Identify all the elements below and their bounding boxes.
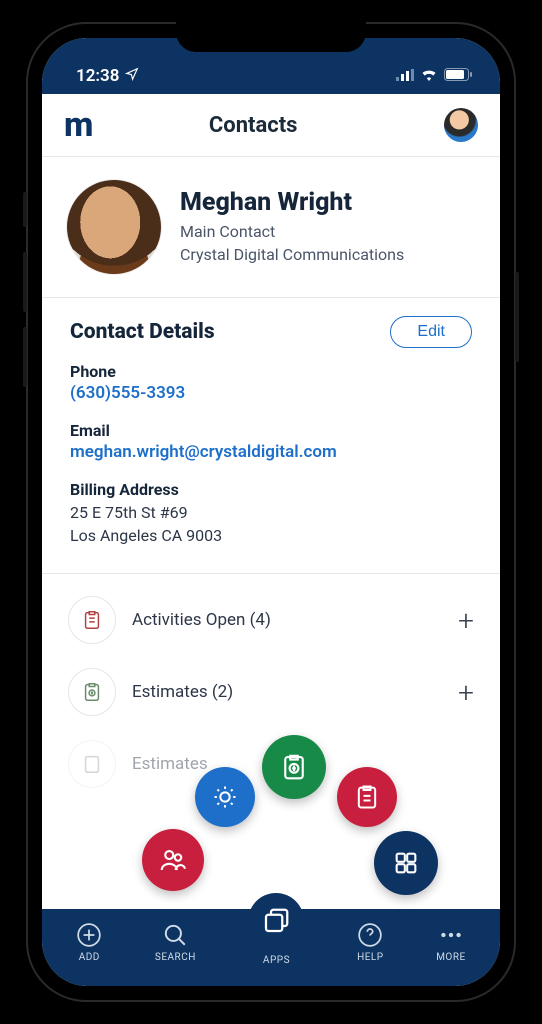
mute-switch	[23, 192, 27, 227]
app-header: m Contacts	[42, 94, 500, 157]
status-time: 12:38	[76, 66, 119, 86]
estimates-icon	[68, 668, 116, 716]
billing-line2: Los Angeles CA 9003	[70, 524, 472, 547]
nav-apps[interactable]: APPS	[248, 893, 304, 966]
billing-line1: 25 E 75th St #69	[70, 501, 472, 524]
nav-add[interactable]: ADD	[76, 922, 102, 963]
volume-up-button	[23, 252, 27, 312]
nav-more-label: MORE	[436, 952, 465, 963]
phone-frame: 12:38 m Contacts	[26, 22, 516, 1002]
contact-name: Meghan Wright	[180, 188, 404, 217]
nav-more[interactable]: MORE	[436, 922, 465, 963]
phone-label: Phone	[70, 362, 472, 381]
fab-notes[interactable]	[337, 767, 397, 827]
contact-hero: Meghan Wright Main Contact Crystal Digit…	[42, 157, 500, 298]
estimates-icon	[68, 740, 116, 788]
wifi-icon	[420, 66, 438, 86]
device-notch	[176, 22, 366, 52]
plus-icon[interactable]: +	[458, 604, 474, 637]
volume-down-button	[23, 327, 27, 387]
contact-details-section: Contact Details Edit Phone (630)555-3393…	[42, 298, 500, 574]
contact-role: Main Contact	[180, 221, 404, 243]
section-title: Contact Details	[70, 320, 215, 344]
email-label: Email	[70, 421, 472, 440]
nav-search[interactable]: SEARCH	[155, 922, 196, 963]
fab-dashboard[interactable]	[374, 831, 438, 895]
contact-avatar[interactable]	[66, 179, 162, 275]
fab-contacts[interactable]	[142, 829, 204, 891]
contact-company: Crystal Digital Communications	[180, 244, 404, 266]
phone-value[interactable]: (630)555-3393	[70, 383, 472, 403]
app-screen: 12:38 m Contacts	[42, 38, 500, 986]
nav-help[interactable]: HELP	[357, 922, 384, 963]
page-title: Contacts	[62, 113, 444, 138]
email-value[interactable]: meghan.wright@crystaldigital.com	[70, 442, 472, 462]
fab-idea[interactable]	[195, 767, 255, 827]
content-area: Meghan Wright Main Contact Crystal Digit…	[42, 157, 500, 909]
nav-add-label: ADD	[79, 952, 100, 963]
bottom-nav: ADD SEARCH APPS HELP MORE	[42, 909, 500, 986]
activities-icon	[68, 596, 116, 644]
cellular-icon	[396, 66, 414, 86]
nav-help-label: HELP	[357, 952, 384, 963]
plus-icon[interactable]: +	[458, 676, 474, 709]
nav-apps-label: APPS	[263, 955, 290, 966]
edit-button[interactable]: Edit	[390, 316, 472, 348]
power-button	[515, 272, 519, 362]
list-row-estimates[interactable]: Estimates (2) +	[64, 656, 478, 728]
activities-label: Activities Open (4)	[132, 610, 442, 630]
list-row-activities[interactable]: Activities Open (4) +	[64, 584, 478, 656]
billing-label: Billing Address	[70, 480, 472, 499]
battery-icon	[444, 66, 472, 86]
estimates-label: Estimates (2)	[132, 682, 442, 702]
fab-invoice[interactable]	[262, 735, 326, 799]
nav-search-label: SEARCH	[155, 952, 196, 963]
location-icon	[125, 66, 139, 86]
user-avatar[interactable]	[444, 108, 478, 142]
